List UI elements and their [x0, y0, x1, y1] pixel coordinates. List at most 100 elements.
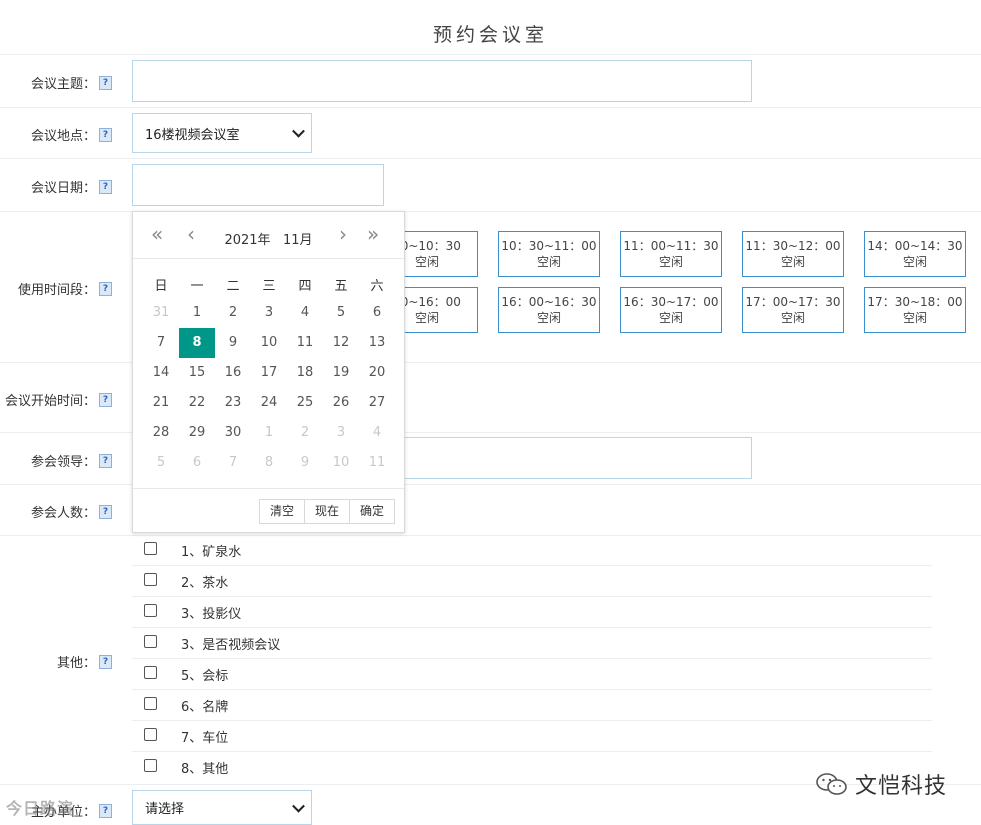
day-cell[interactable]: 1 — [179, 298, 215, 328]
day-cell[interactable]: 20 — [359, 358, 395, 388]
day-cell[interactable]: 30 — [215, 418, 251, 448]
help-icon[interactable]: ? — [99, 281, 112, 296]
day-cell[interactable]: 9 — [215, 328, 251, 358]
day-cell[interactable]: 7 — [143, 328, 179, 358]
subject-input[interactable] — [132, 60, 752, 102]
timeslot-time: 14：00~14：30 — [867, 239, 963, 253]
option-checkbox[interactable] — [144, 666, 157, 679]
timeslot-button[interactable]: 17：00~17：30 空闲 — [742, 287, 844, 333]
option-checkbox[interactable] — [144, 542, 157, 555]
option-checkbox[interactable] — [144, 604, 157, 617]
day-cell[interactable]: 4 — [287, 298, 323, 328]
leader-label: 参会领导：? — [31, 451, 112, 470]
help-icon[interactable]: ? — [99, 127, 112, 142]
day-cell[interactable]: 7 — [215, 448, 251, 478]
location-label: 会议地点：? — [31, 125, 112, 144]
day-cell[interactable]: 4 — [359, 418, 395, 448]
day-cell[interactable]: 19 — [323, 358, 359, 388]
day-cell[interactable]: 27 — [359, 388, 395, 418]
location-select[interactable]: 16楼视频会议室 — [132, 113, 312, 153]
timeslot-button[interactable]: 14：00~14：30 空闲 — [864, 231, 966, 277]
day-cell[interactable]: 28 — [143, 418, 179, 448]
option-label: 6、名牌 — [181, 700, 229, 715]
timeslot-button[interactable]: 16：30~17：00 空闲 — [620, 287, 722, 333]
day-cell[interactable]: 3 — [323, 418, 359, 448]
page-title: 预约会议室 — [432, 24, 548, 46]
wechat-icon — [816, 773, 847, 795]
option-checkbox[interactable] — [144, 635, 157, 648]
day-cell[interactable]: 25 — [287, 388, 323, 418]
option-checkbox[interactable] — [144, 728, 157, 741]
option-checkbox[interactable] — [144, 759, 157, 772]
next-month-icon[interactable]: › — [339, 224, 347, 244]
day-cell[interactable]: 11 — [359, 448, 395, 478]
now-button[interactable]: 现在 — [304, 499, 350, 524]
day-cell[interactable]: 26 — [323, 388, 359, 418]
option-divider — [132, 720, 932, 721]
day-cell[interactable]: 8 — [251, 448, 287, 478]
row-divider — [0, 535, 981, 536]
calendar-year[interactable]: 2021年 — [224, 233, 270, 248]
day-cell[interactable]: 6 — [179, 448, 215, 478]
next-year-icon[interactable]: » — [367, 224, 379, 244]
timeslot-time: 16：30~17：00 — [623, 295, 719, 309]
timeslot-time: 16：00~16：30 — [501, 295, 597, 309]
clear-button[interactable]: 清空 — [259, 499, 305, 524]
help-icon[interactable]: ? — [99, 75, 112, 90]
day-cell[interactable]: 17 — [251, 358, 287, 388]
day-cell[interactable]: 6 — [359, 298, 395, 328]
day-cell[interactable]: 5 — [143, 448, 179, 478]
timeslot-status: 空闲 — [658, 311, 683, 325]
help-icon[interactable]: ? — [99, 179, 112, 194]
day-cell[interactable]: 24 — [251, 388, 287, 418]
subject-label: 会议主题：? — [31, 73, 112, 92]
day-cell[interactable]: 2 — [287, 418, 323, 448]
day-cell[interactable]: 29 — [179, 418, 215, 448]
day-cell[interactable]: 21 — [143, 388, 179, 418]
calendar-month[interactable]: 11月 — [283, 233, 313, 248]
option-label: 8、其他 — [181, 762, 229, 777]
date-picker-title: 2021年 11月 — [133, 229, 404, 248]
day-cell[interactable]: 1 — [251, 418, 287, 448]
day-cell[interactable]: 5 — [323, 298, 359, 328]
day-cell[interactable]: 10 — [251, 328, 287, 358]
day-cell[interactable]: 22 — [179, 388, 215, 418]
row-divider — [0, 158, 981, 159]
count-label: 参会人数：? — [31, 502, 112, 521]
day-cell[interactable]: 2 — [215, 298, 251, 328]
day-cell[interactable]: 12 — [323, 328, 359, 358]
day-cell[interactable]: 9 — [287, 448, 323, 478]
timeslot-button[interactable]: 16：00~16：30 空闲 — [498, 287, 600, 333]
day-cell[interactable]: 18 — [287, 358, 323, 388]
day-cell[interactable]: 16 — [215, 358, 251, 388]
date-input[interactable] — [132, 164, 384, 206]
day-cell-selected[interactable]: 8 — [179, 328, 215, 358]
day-cell[interactable]: 13 — [359, 328, 395, 358]
day-cell[interactable]: 14 — [143, 358, 179, 388]
weekday-label: 二 — [226, 279, 240, 294]
timeslot-button[interactable]: 10：30~11：00 空闲 — [498, 231, 600, 277]
confirm-button[interactable]: 确定 — [349, 499, 395, 524]
day-cell[interactable]: 10 — [323, 448, 359, 478]
leader-input[interactable] — [400, 437, 752, 479]
organizer-select[interactable]: 请选择 — [132, 790, 312, 825]
weekday-label: 四 — [298, 279, 312, 294]
option-divider — [132, 627, 932, 628]
timeslot-button[interactable]: 11：30~12：00 空闲 — [742, 231, 844, 277]
help-icon[interactable]: ? — [99, 803, 112, 818]
day-cell[interactable]: 15 — [179, 358, 215, 388]
option-checkbox[interactable] — [144, 697, 157, 710]
timeslot-button[interactable]: 17：30~18：00 空闲 — [864, 287, 966, 333]
day-cell[interactable]: 3 — [251, 298, 287, 328]
day-cell[interactable]: 11 — [287, 328, 323, 358]
help-icon[interactable]: ? — [99, 453, 112, 468]
help-icon[interactable]: ? — [99, 654, 112, 669]
option-checkbox[interactable] — [144, 573, 157, 586]
help-icon[interactable]: ? — [99, 504, 112, 519]
help-icon[interactable]: ? — [99, 392, 112, 407]
timeslot-button[interactable]: 11：00~11：30 空闲 — [620, 231, 722, 277]
day-cell[interactable]: 31 — [143, 298, 179, 328]
timeslot-status: 空闲 — [902, 311, 927, 325]
day-cell[interactable]: 23 — [215, 388, 251, 418]
weekday-label: 三 — [262, 279, 276, 294]
